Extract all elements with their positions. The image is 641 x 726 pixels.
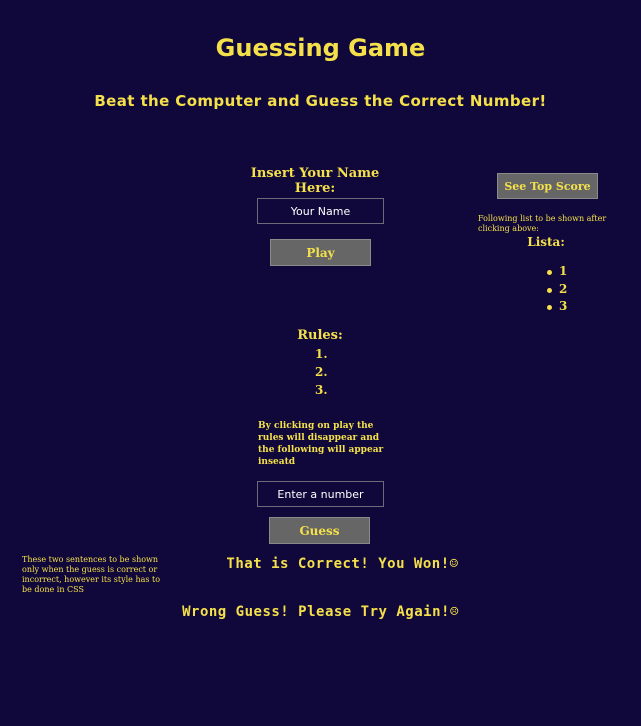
play-button[interactable]: Play [270, 239, 371, 266]
score-list-title: Lista: [527, 235, 565, 249]
score-list-item: 3 [544, 298, 567, 316]
wrong-message: Wrong Guess! Please Try Again!☹ [182, 604, 459, 620]
see-top-score-button[interactable]: See Top Score [497, 173, 598, 199]
rules-list-item: 3. [315, 383, 328, 397]
rules-list-item: 2. [315, 365, 328, 379]
page-subtitle: Beat the Computer and Guess the Correct … [94, 92, 547, 110]
guess-button[interactable]: Guess [269, 517, 370, 544]
score-list: 1 2 3 [544, 263, 567, 316]
score-list-item: 1 [544, 263, 567, 281]
top-score-note: Following list to be shown after clickin… [478, 214, 607, 233]
rules-list-item: 1. [315, 347, 328, 361]
name-label: Insert Your Name Here: [250, 166, 380, 196]
name-input[interactable] [257, 198, 384, 224]
correct-message: That is Correct! You Won!☺ [226, 556, 459, 572]
score-list-item: 2 [544, 281, 567, 299]
rules-list: 1. 2. 3. [300, 345, 328, 399]
number-input[interactable] [257, 481, 384, 507]
rules-title: Rules: [297, 328, 343, 343]
page-title: Guessing Game [215, 34, 426, 62]
rules-note: By clicking on play the rules will disap… [258, 421, 384, 467]
